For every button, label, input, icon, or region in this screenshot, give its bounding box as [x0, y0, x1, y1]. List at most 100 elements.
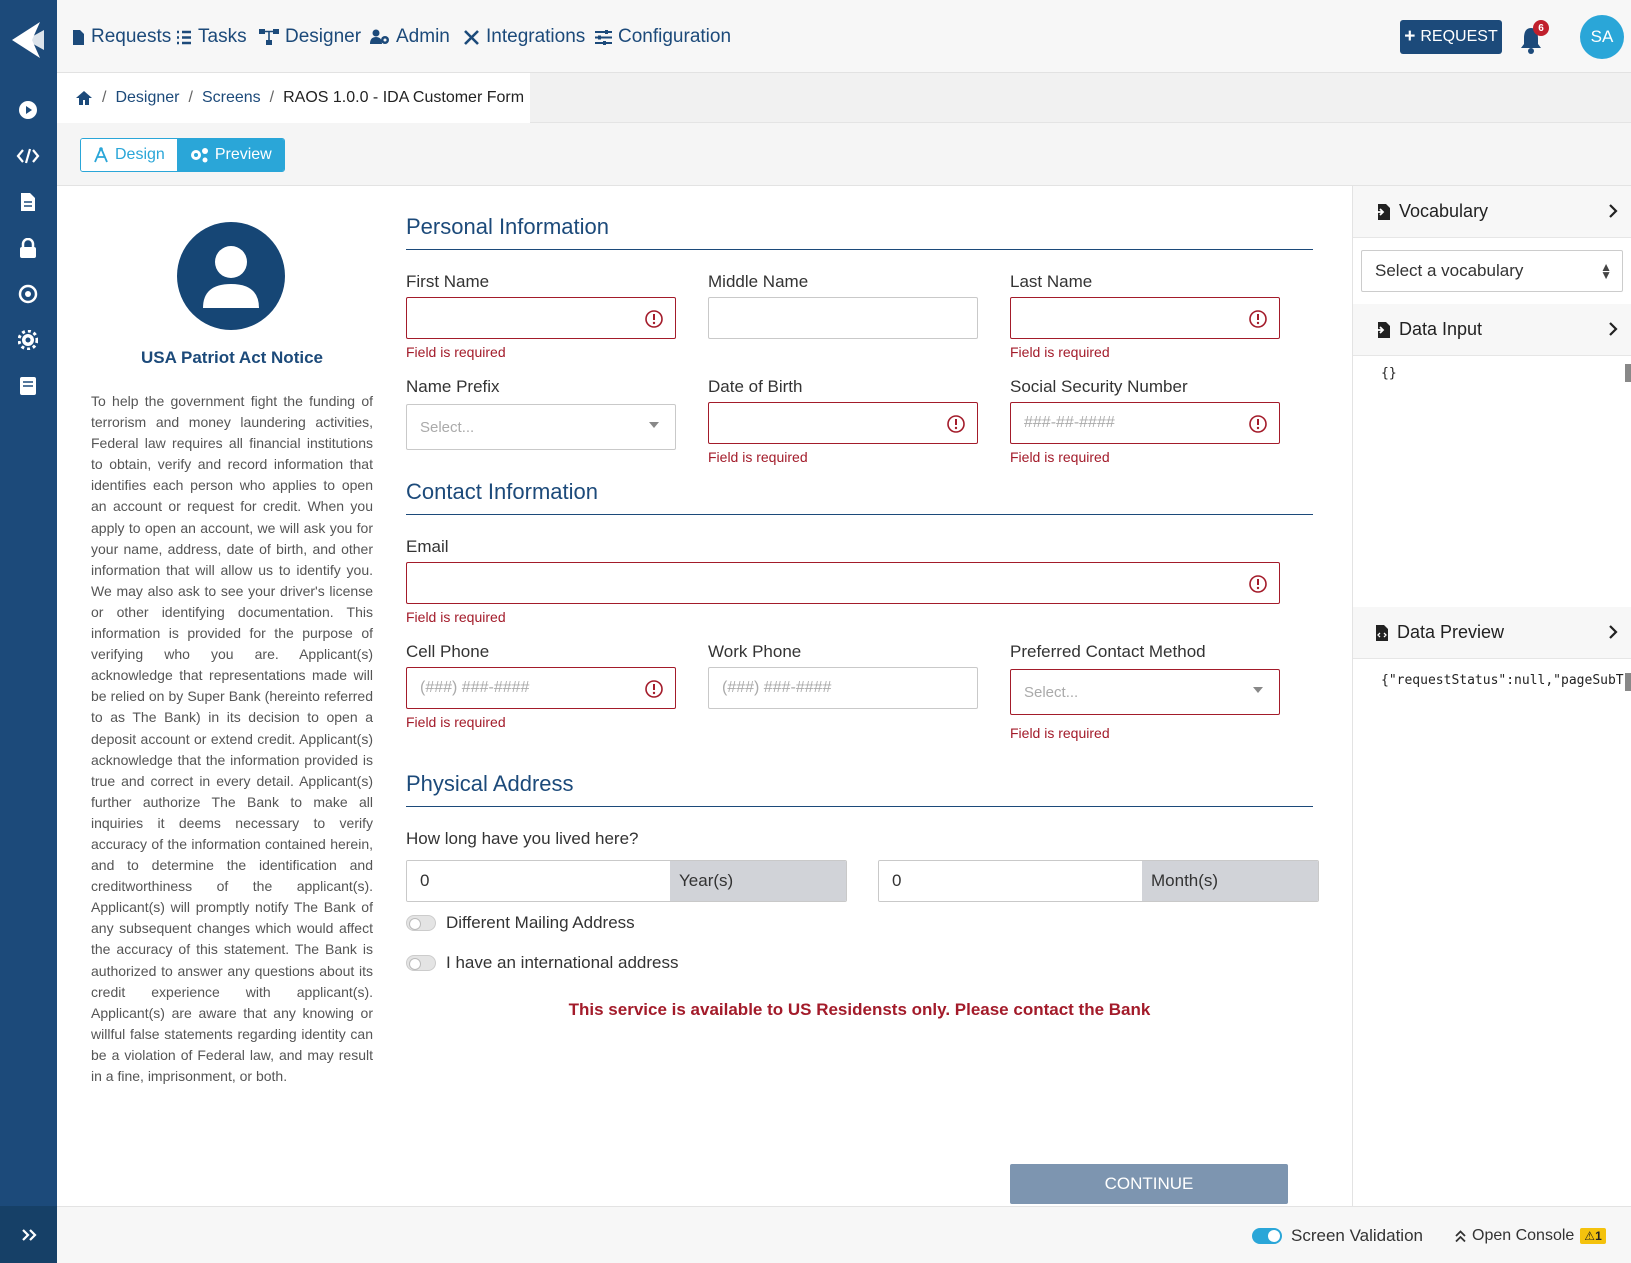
- data-input-editor[interactable]: {}: [1381, 366, 1397, 381]
- nav-requests[interactable]: Requests: [72, 24, 171, 50]
- name-prefix-select[interactable]: Select...: [406, 404, 676, 450]
- clock-icon[interactable]: [14, 280, 42, 308]
- breadcrumb: / Designer / Screens / RAOS 1.0.0 - IDA …: [57, 73, 530, 123]
- app-logo[interactable]: [6, 18, 50, 62]
- middle-name-input[interactable]: [708, 297, 978, 339]
- years-input[interactable]: 0: [407, 861, 670, 901]
- lock-icon[interactable]: [14, 234, 42, 262]
- tools-icon: [464, 29, 479, 45]
- user-avatar[interactable]: SA: [1580, 15, 1624, 59]
- work-phone-input[interactable]: (###) ###-####: [708, 667, 978, 709]
- data-preview-header[interactable]: Data Preview: [1353, 607, 1631, 659]
- nav-tasks[interactable]: Tasks: [176, 24, 247, 50]
- data-preview-scrollbar[interactable]: [1625, 673, 1631, 691]
- screen-preview-canvas: USA Patriot Act Notice To help the gover…: [57, 186, 1352, 1206]
- cell-phone-error: Field is required: [406, 714, 506, 730]
- breadcrumb-current: RAOS 1.0.0 - IDA Customer Form: [283, 89, 525, 106]
- code-icon[interactable]: [14, 142, 42, 170]
- home-icon[interactable]: [75, 90, 93, 106]
- file-import-icon: [1375, 321, 1390, 338]
- nav-configuration[interactable]: Configuration: [595, 24, 731, 50]
- new-request-label: REQUEST: [1420, 28, 1498, 45]
- new-request-button[interactable]: + REQUEST: [1400, 20, 1502, 54]
- error-icon: [1249, 415, 1267, 433]
- name-prefix-label: Name Prefix: [406, 377, 500, 396]
- cell-phone-input[interactable]: (###) ###-####: [406, 667, 676, 709]
- breadcrumb-separator: /: [188, 89, 193, 106]
- design-mode-label: Design: [115, 146, 165, 163]
- error-icon: [645, 310, 663, 328]
- data-input-header[interactable]: Data Input: [1353, 304, 1631, 356]
- ssn-label: Social Security Number: [1010, 377, 1188, 396]
- drafting-compass-icon: [94, 147, 108, 163]
- last-name-error: Field is required: [1010, 344, 1110, 360]
- nav-designer[interactable]: Designer: [259, 24, 361, 50]
- users-cog-icon: [370, 29, 389, 44]
- gear-icon[interactable]: [14, 326, 42, 354]
- email-label: Email: [406, 537, 449, 556]
- mode-bar: Design Preview: [57, 123, 1631, 186]
- nav-integrations[interactable]: Integrations: [463, 24, 585, 50]
- continue-button[interactable]: CONTINUE: [1010, 1164, 1288, 1204]
- vocabulary-select[interactable]: Select a vocabulary ▲ ▼: [1361, 250, 1623, 292]
- last-name-input[interactable]: [1010, 297, 1280, 339]
- preview-mode-button[interactable]: Preview: [176, 139, 284, 171]
- years-input-group: 0 Year(s): [406, 860, 847, 902]
- expand-rail-icon[interactable]: [0, 1206, 57, 1263]
- work-phone-label: Work Phone: [708, 642, 802, 661]
- first-name-error: Field is required: [406, 344, 506, 360]
- breadcrumb-designer[interactable]: Designer: [115, 89, 179, 107]
- chevron-right-icon: [1609, 322, 1618, 336]
- data-preview-title: Data Preview: [1397, 622, 1505, 642]
- dob-input[interactable]: [708, 402, 978, 444]
- screen-validation-label: Screen Validation: [1291, 1226, 1423, 1245]
- ssn-input[interactable]: ###-##-####: [1010, 402, 1280, 444]
- breadcrumb-separator: /: [269, 89, 275, 106]
- ssn-error: Field is required: [1010, 449, 1110, 465]
- file-code-icon: [1376, 624, 1388, 641]
- international-address-toggle[interactable]: [406, 955, 436, 971]
- preferred-contact-placeholder: Select...: [1024, 683, 1079, 701]
- international-address-toggle-row: I have an international address: [406, 950, 679, 976]
- nav-admin[interactable]: Admin: [370, 24, 450, 50]
- vocabulary-header[interactable]: Vocabulary: [1353, 186, 1631, 238]
- screen-validation-toggle[interactable]: [1252, 1228, 1282, 1244]
- mailing-address-toggle[interactable]: [406, 915, 436, 931]
- first-name-label: First Name: [406, 272, 490, 291]
- plus-icon: +: [1404, 26, 1416, 47]
- open-console-button[interactable]: Open Console ⚠1: [1455, 1224, 1606, 1248]
- notice-title: USA Patriot Act Notice: [141, 348, 323, 367]
- data-input-scrollbar[interactable]: [1625, 364, 1631, 382]
- notifications[interactable]: 6: [1519, 20, 1549, 54]
- top-nav: Requests Tasks Designer Admin Integratio…: [57, 0, 1631, 73]
- chevron-right-icon: [1609, 204, 1618, 218]
- footer-bar: Screen Validation Open Console ⚠1: [57, 1206, 1631, 1263]
- nav-admin-label: Admin: [396, 26, 450, 47]
- first-name-input[interactable]: [406, 297, 676, 339]
- residency-warning: This service is available to US Residens…: [568, 1000, 1151, 1019]
- error-icon: [645, 680, 663, 698]
- console-warning-badge: ⚠1: [1580, 1228, 1606, 1244]
- middle-name-label: Middle Name: [708, 272, 809, 291]
- design-mode-button[interactable]: Design: [81, 139, 177, 171]
- breadcrumb-screens[interactable]: Screens: [202, 89, 261, 107]
- contact-info-heading: Contact Information: [406, 479, 1313, 515]
- warning-icon: ⚠: [1584, 1229, 1596, 1243]
- sliders-icon: [595, 29, 612, 45]
- preferred-contact-select[interactable]: Select...: [1010, 669, 1280, 715]
- breadcrumb-separator: /: [102, 89, 107, 106]
- error-icon: [1249, 575, 1267, 593]
- preview-mode-label: Preview: [214, 146, 272, 163]
- mailing-address-label: Different Mailing Address: [446, 913, 635, 932]
- chevron-double-up-icon: [1455, 1229, 1466, 1242]
- document-icon[interactable]: [14, 188, 42, 216]
- months-input[interactable]: 0: [879, 861, 1142, 901]
- mode-toggle-group: Design Preview: [80, 138, 285, 172]
- email-input[interactable]: [406, 562, 1280, 604]
- screen-validation[interactable]: Screen Validation: [1252, 1224, 1423, 1248]
- book-icon[interactable]: [14, 372, 42, 400]
- nav-requests-label: Requests: [91, 26, 172, 47]
- left-rail: [0, 0, 57, 1263]
- file-import-icon: [1375, 203, 1390, 220]
- play-icon[interactable]: [14, 96, 42, 124]
